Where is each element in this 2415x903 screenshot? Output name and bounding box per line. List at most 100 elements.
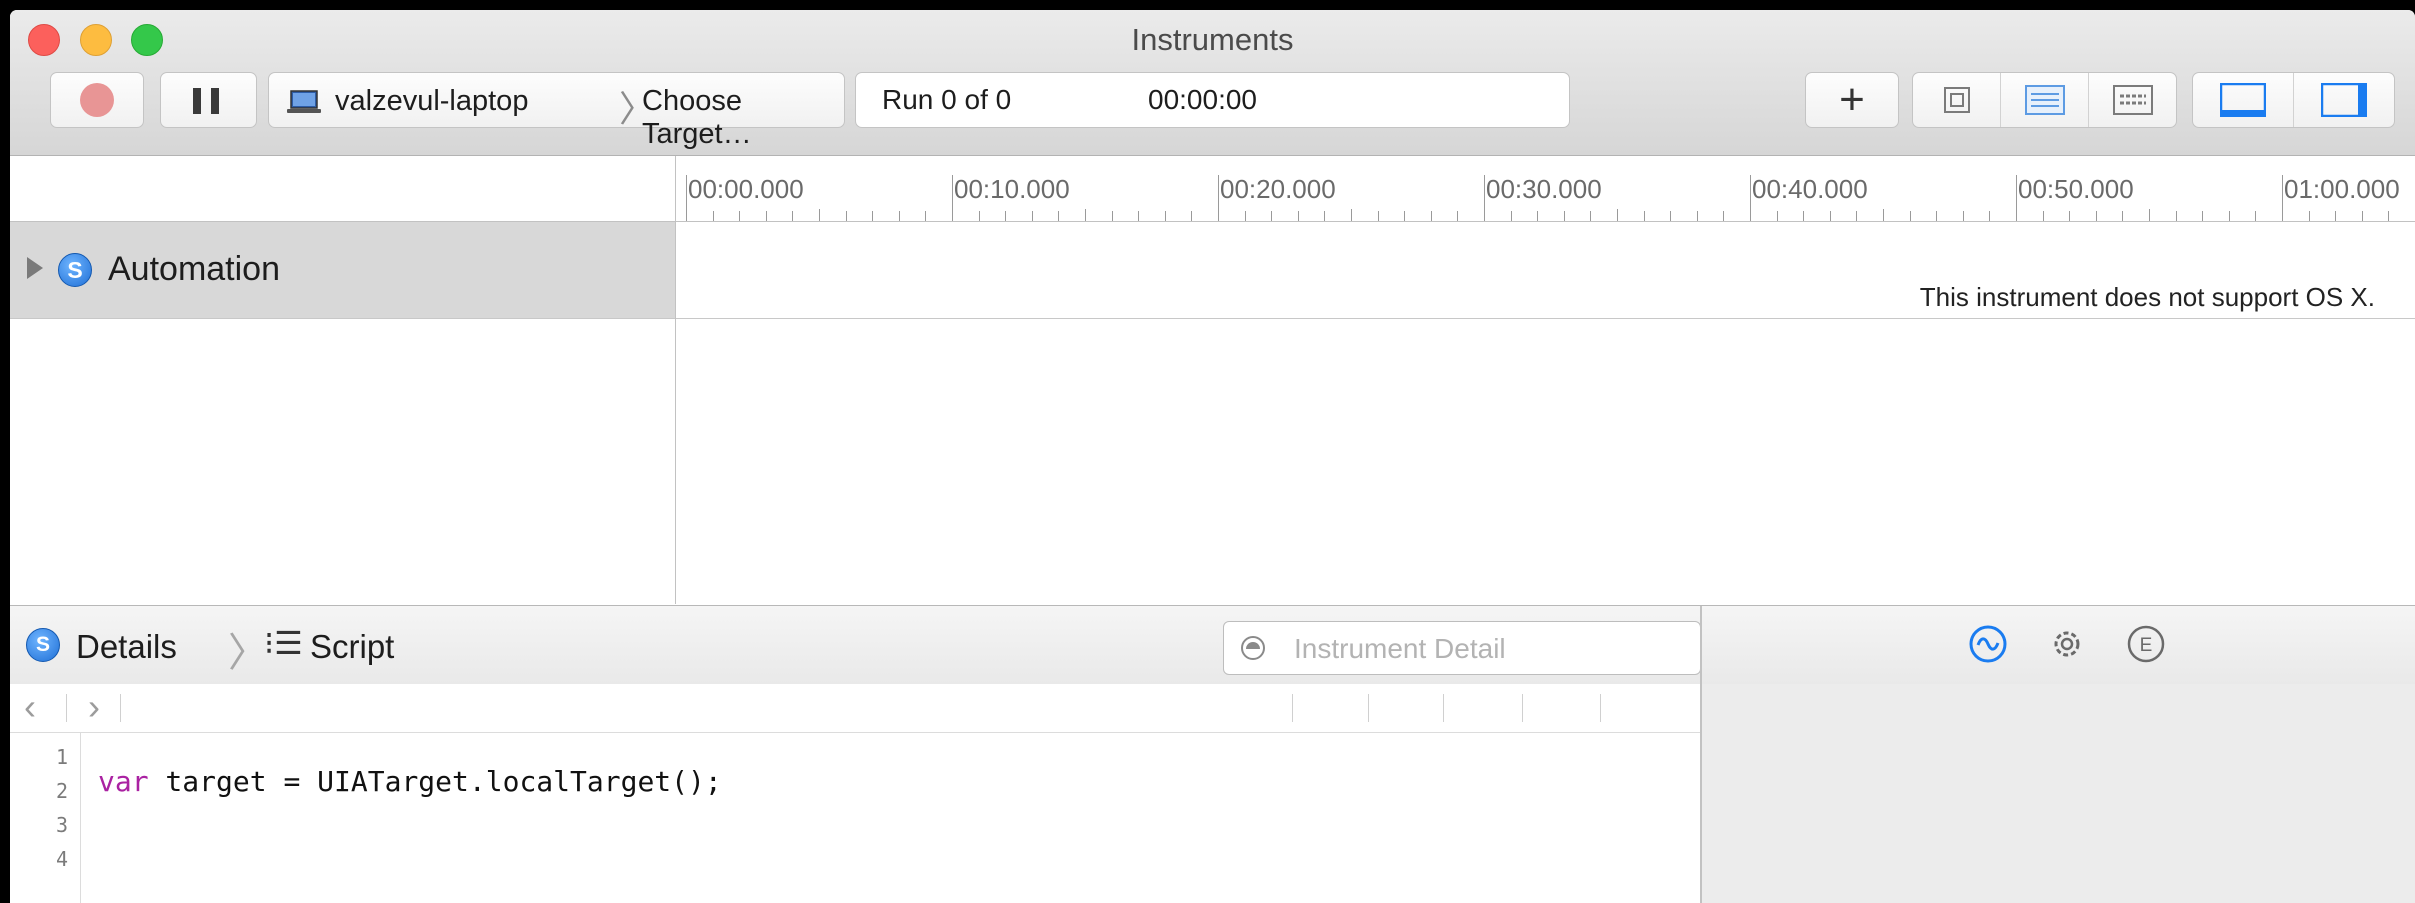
timeline-tick [819, 209, 820, 221]
breadcrumb-chevron-icon: 〉 [228, 631, 268, 675]
timeline-tick [1723, 211, 1725, 221]
gear-icon[interactable] [2047, 624, 2087, 664]
timeline-tick [1324, 211, 1326, 221]
timeline-tick [1563, 211, 1565, 221]
instrument-row-automation[interactable]: S Automation [10, 222, 675, 319]
timeline-tick [1909, 211, 1911, 221]
timeline-tick-label: 00:50.000 [2018, 174, 2134, 204]
timeline-tick [1218, 175, 1219, 221]
timeline-tick [1617, 209, 1618, 221]
timeline-tick [1191, 211, 1193, 221]
pause-button[interactable] [160, 72, 257, 128]
automation-icon: S [58, 253, 92, 287]
timeline-tick [1856, 211, 1858, 221]
timeline-tick [2175, 211, 2177, 221]
timeline-tick [2282, 175, 2283, 221]
instrument-name: Automation [108, 250, 280, 288]
timeline-tick [2149, 209, 2150, 221]
divider [66, 694, 67, 722]
grid-icon [2112, 85, 2153, 115]
toggle-bottom-pane-button[interactable] [2193, 73, 2294, 127]
timeline-tick [1803, 211, 1805, 221]
timeline-tick [712, 211, 714, 221]
timeline-tick [1271, 211, 1273, 221]
pane-divider[interactable] [1700, 606, 1702, 684]
toggle-right-pane-button[interactable] [2294, 73, 2394, 127]
timeline-tick [2255, 211, 2257, 221]
unsupported-message: This instrument does not support OS X. [1919, 282, 2375, 312]
search-input[interactable] [1292, 628, 1686, 670]
automation-track: This instrument does not support OS X. [676, 222, 2415, 319]
code-text: target = UIATarget.localTarget(); [148, 765, 722, 798]
right-pane-icon [2321, 83, 2367, 117]
toolbar: Instruments valzevul-laptop 〉 Choose Tar… [10, 10, 2415, 156]
timeline-tick [1510, 211, 1512, 221]
timeline-tick [1590, 211, 1592, 221]
timeline-tick [1670, 211, 1672, 221]
timeline-tick [1936, 211, 1938, 221]
timeline-tick [1776, 211, 1778, 221]
timeline-tick [1750, 175, 1751, 221]
timeline-tick [1164, 211, 1166, 221]
grid-view-button[interactable] [2089, 73, 2176, 127]
target-device-label: valzevul-laptop [335, 85, 529, 117]
timeline-tick [2308, 211, 2310, 221]
timeline-tick [686, 175, 687, 221]
timeline-tick-label: 00:30.000 [1486, 174, 1602, 204]
laptop-icon [287, 90, 321, 113]
timeline-tick [1085, 209, 1086, 221]
line-number: 4 [55, 847, 68, 871]
timeline-tick [1457, 211, 1459, 221]
timeline-tick [1962, 211, 1964, 221]
timeline-tick [1111, 211, 1113, 221]
filter-icon[interactable] [1240, 635, 1266, 661]
instrument-list: S Automation [10, 222, 676, 604]
editor-jump-bar: ‹ › [10, 684, 1702, 733]
target-selector[interactable]: valzevul-laptop 〉 Choose Target… [268, 72, 845, 150]
line-number-gutter: 1 2 3 4 [10, 733, 81, 903]
timeline-tick-label: 01:00.000 [2284, 174, 2400, 204]
bottom-pane-icon [2220, 83, 2266, 117]
chip-icon [1943, 87, 1970, 113]
timeline-tick [978, 211, 980, 221]
list-view-button[interactable] [2001, 73, 2089, 127]
inspector-pane [1700, 684, 2415, 903]
script-editor-line[interactable]: var target = UIATarget.localTarget(); [98, 765, 722, 798]
svg-text:E: E [2140, 635, 2153, 656]
timeline-tick [2202, 211, 2204, 221]
record-button[interactable] [50, 72, 144, 128]
timeline-tick [1484, 175, 1485, 221]
add-instrument-button[interactable]: + [1805, 72, 1899, 128]
track-graph-area[interactable]: This instrument does not support OS X. [676, 222, 2415, 604]
extended-detail-icon[interactable]: E [2126, 624, 2166, 664]
forward-arrow-icon[interactable]: › [88, 686, 100, 728]
automation-icon: S [26, 628, 60, 662]
choose-target-label[interactable]: Choose Target… [642, 85, 844, 151]
timeline-tick [1430, 211, 1432, 221]
timeline-tick [2335, 211, 2337, 221]
code-keyword: var [98, 765, 149, 798]
timeline-tick [1404, 211, 1406, 221]
divider [1522, 694, 1523, 722]
disclosure-triangle-icon[interactable] [27, 257, 43, 279]
timeline-tick [925, 211, 927, 221]
timeline-tick [1989, 211, 1991, 221]
detail-navigation-bar: S Details 〉 ⁝☰ Script E [10, 605, 2415, 685]
timeline-tick [1696, 211, 1698, 221]
timeline-tick [1005, 211, 1007, 221]
script-list-icon: ⁝☰ [264, 625, 303, 661]
timeline-tick [1829, 211, 1831, 221]
run-count: Run 0 of 0 [882, 84, 1012, 115]
timeline-tick [1377, 211, 1379, 221]
back-arrow-icon[interactable]: ‹ [24, 686, 36, 728]
timeline-tick [1643, 211, 1645, 221]
record-settings-icon[interactable] [1968, 624, 2008, 664]
breadcrumb-details[interactable]: Details [76, 628, 177, 666]
timeline-tick [1883, 209, 1884, 221]
instruments-view-button[interactable] [1913, 73, 2001, 127]
breadcrumb-script[interactable]: Script [310, 628, 394, 666]
timeline-ruler[interactable]: 00:00.000 00:10.000 00:20.000 00:30.000 00:4… [676, 156, 2415, 222]
timeline-tick-label: 00:20.000 [1220, 174, 1336, 204]
track-list-header [10, 156, 676, 222]
divider [1292, 694, 1293, 722]
